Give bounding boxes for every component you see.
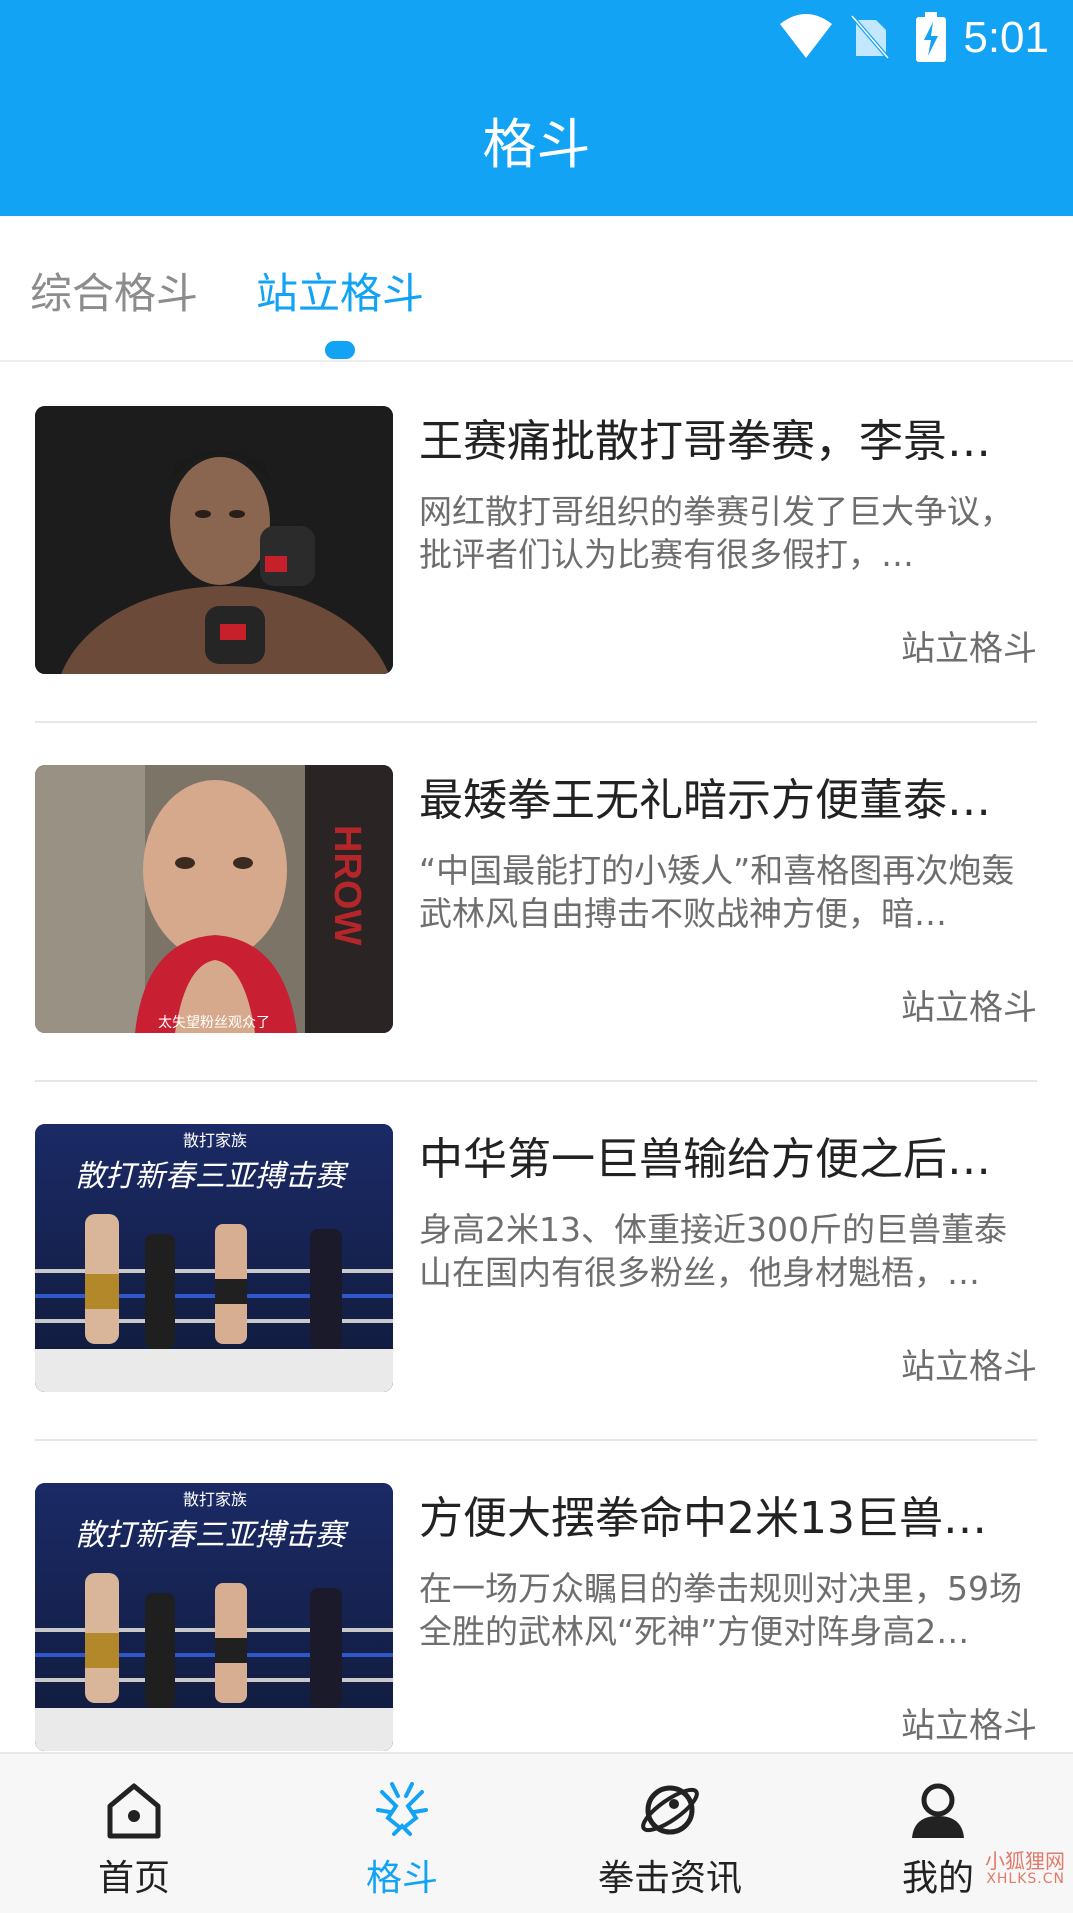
thumbnail-headline: 散打新春三亚搏击赛 [75,1518,349,1553]
article-summary: 网红散打哥组织的拳赛引发了巨大争议，批评者们认为比赛有很多假打，… [419,492,1013,574]
nav-boxing-news[interactable]: 拳击资讯 [536,1754,804,1913]
active-tab-indicator [325,341,355,359]
no-sim-icon [850,12,890,64]
home-icon [100,1776,168,1844]
article-item[interactable]: 散打家族 散打新春三亚搏击赛 方便大摆拳命中2米13巨兽… 在一场万众瞩目的拳击… [35,1439,1037,1800]
article-category: 站立格斗 [901,988,1037,1028]
thumbnail-banner: 散打家族 [183,1490,247,1509]
article-item[interactable]: HROW 太失望粉丝观众了 最矮拳王无礼暗示方便董泰… “中国最能打的小矮人”和… [35,721,1037,1082]
thumbnail-headline: 散打新春三亚搏击赛 [75,1159,349,1194]
nav-fight[interactable]: 格斗 [268,1754,536,1913]
article-item[interactable]: 王赛痛批散打哥拳赛，李景… 网红散打哥组织的拳赛引发了巨大争议，批评者们认为比赛… [35,362,1037,723]
wifi-icon [778,12,834,64]
nav-home[interactable]: 首页 [0,1754,268,1913]
fight-icon [368,1776,436,1844]
page-title: 格斗 [482,113,591,176]
status-time: 5:01 [963,13,1049,62]
nav-label: 首页 [97,1858,170,1899]
article-thumbnail [35,406,393,674]
article-summary: 身高2米13、体重接近300斤的巨兽董泰山在国内有很多粉丝，他身材魁梧，… [419,1210,1007,1292]
article-summary: “中国最能打的小矮人”和喜格图再次炮轰武林风自由搏击不败战神方便，暗… [419,851,1015,933]
tab-mma[interactable]: 综合格斗 [30,264,198,324]
article-category: 站立格斗 [901,629,1037,669]
article-thumbnail: 散打家族 散打新春三亚搏击赛 [35,1124,393,1392]
nav-label: 拳击资讯 [597,1858,742,1899]
article-title: 中华第一巨兽输给方便之后… [419,1134,991,1185]
article-title: 方便大摆拳命中2米13巨兽… [419,1493,987,1544]
bottom-nav: 首页 格斗 拳击资讯 我的 [0,1752,1073,1913]
status-bar: 5:01 [0,0,1073,72]
article-thumbnail: HROW 太失望粉丝观众了 [35,765,393,1033]
category-tabs: 综合格斗 站立格斗 [0,216,1073,362]
article-category: 站立格斗 [901,1706,1037,1746]
tab-standing-fight[interactable]: 站立格斗 [256,264,424,324]
thumbnail-banner: 散打家族 [183,1131,247,1150]
planet-icon [636,1776,704,1844]
svg-text:HROW: HROW [326,825,368,945]
article-title: 王赛痛批散打哥拳赛，李景… [419,416,991,467]
app-screen: 5:01 格斗 综合格斗 站立格斗 王赛痛批散打哥拳赛，李景… 网红散打哥组织的… [0,0,1073,1913]
article-item[interactable]: 散打家族 散打新春三亚搏击赛 中华第一巨兽输给方便之后… 身高2米13、体重接近… [35,1080,1037,1441]
thumbnail-caption: 太失望粉丝观众了 [158,1015,270,1031]
site-watermark: 小狐狸网 XHLKS.CN [915,1845,1065,1905]
article-summary: 在一场万众瞩目的拳击规则对决里，59场全胜的武林风“死神”方便对阵身高2… [419,1569,1022,1651]
app-header: 5:01 格斗 [0,0,1073,216]
profile-icon [904,1776,972,1844]
watermark-text: 小狐狸网 [985,1849,1065,1873]
watermark-url: XHLKS.CN [986,1871,1065,1887]
nav-label: 格斗 [365,1858,438,1899]
article-thumbnail: 散打家族 散打新春三亚搏击赛 [35,1483,393,1751]
article-title: 最矮拳王无礼暗示方便董泰… [419,775,991,826]
article-category: 站立格斗 [901,1347,1037,1387]
battery-charging-icon [916,12,946,66]
